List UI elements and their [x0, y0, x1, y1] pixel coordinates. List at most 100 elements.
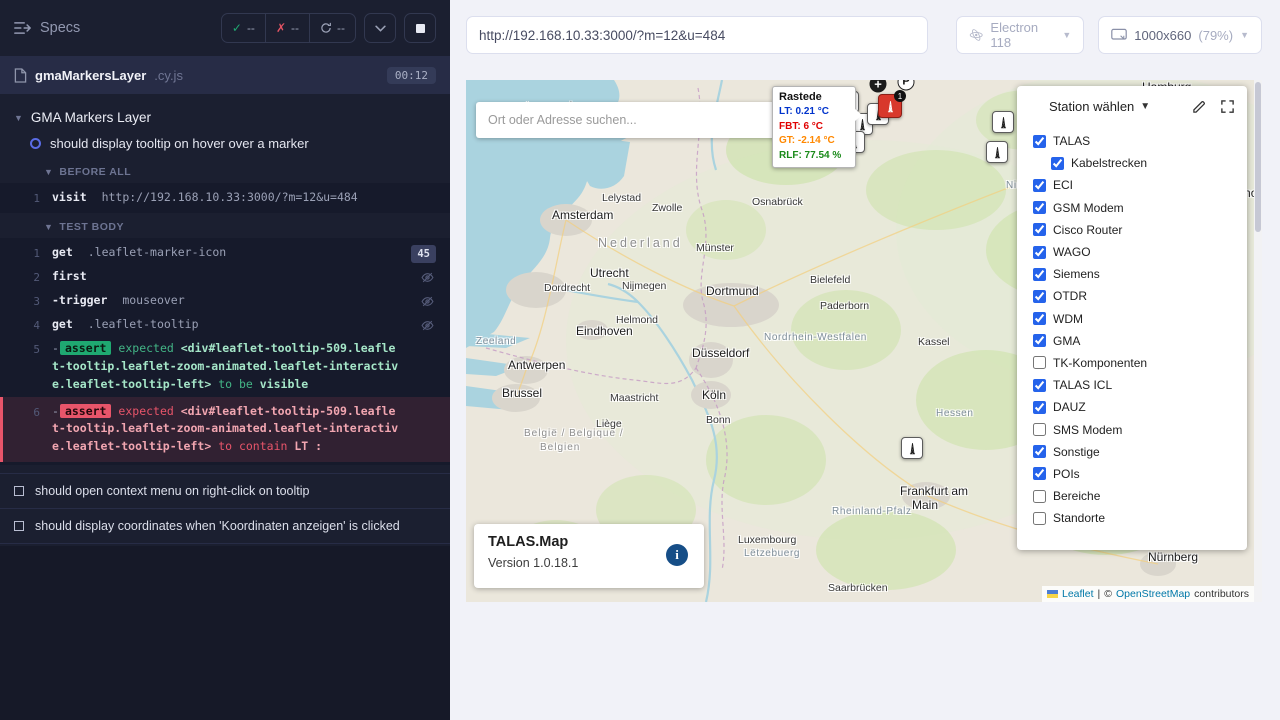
station-filter-checkbox[interactable] [1033, 246, 1046, 259]
test-title: should display tooltip on hover over a m… [50, 136, 309, 151]
command-row[interactable]: 4 get .leaflet-tooltip [0, 313, 450, 337]
station-filter-item: WDM [1029, 308, 1235, 330]
command-row[interactable]: 2 first [0, 265, 450, 289]
station-filter-checkbox[interactable] [1033, 401, 1046, 414]
station-filter-item: Bereiche [1029, 485, 1235, 507]
edit-pencil-icon[interactable] [1192, 99, 1207, 114]
url-input[interactable] [479, 28, 915, 43]
command-row[interactable]: 1 get .leaflet-marker-icon 45 [0, 241, 450, 265]
station-filter-checkbox[interactable] [1033, 223, 1046, 236]
station-filter-checkbox[interactable] [1033, 312, 1046, 325]
test-running-icon [30, 138, 41, 149]
active-test[interactable]: should display tooltip on hover over a m… [0, 131, 450, 158]
station-filter-checkbox[interactable] [1033, 290, 1046, 303]
command-number: 1 [0, 189, 52, 207]
command-row[interactable]: 1 visit http://192.168.10.33:3000/?m=12&… [0, 186, 450, 210]
command-content: get .leaflet-tooltip [52, 316, 436, 334]
osm-link[interactable]: OpenStreetMap [1116, 588, 1190, 600]
command-row[interactable]: 3 -trigger mouseover [0, 289, 450, 313]
caret-down-icon: ▼ [44, 167, 53, 177]
aut-header: Electron 118 ▼ 1000x660 (79%) ▼ [450, 0, 1280, 54]
map-canvas[interactable]: Rastede LT: 0.21 °CFBT: 6 °CGT: -2.14 °C… [466, 80, 1262, 602]
leaflet-link[interactable]: Leaflet [1062, 588, 1094, 600]
spec-extension: .cy.js [154, 68, 183, 83]
specs-toggle[interactable]: Specs [14, 20, 80, 36]
test-pending-icon [14, 521, 24, 531]
browser-select[interactable]: Electron 118 ▼ [956, 16, 1084, 54]
suite-gma-markers-layer[interactable]: ▼ GMA Markers Layer [0, 102, 450, 131]
stop-button[interactable] [404, 13, 436, 43]
station-filter-checkbox[interactable] [1033, 512, 1046, 525]
station-filter-list: TALASKabelstreckenECIGSM ModemCisco Rout… [1029, 130, 1235, 529]
caret-down-icon: ▼ [44, 222, 53, 232]
reporter-header: Specs ✓ -- ✗ -- -- [0, 0, 450, 56]
command-number: 2 [0, 268, 52, 286]
station-filter-checkbox[interactable] [1051, 157, 1064, 170]
station-filter-label: TALAS ICL [1053, 378, 1112, 392]
station-filter-label: Cisco Router [1053, 223, 1122, 237]
station-filter-checkbox[interactable] [1033, 179, 1046, 192]
section-before-all[interactable]: ▼ BEFORE ALL [0, 158, 450, 183]
station-filter-label: Sonstige [1053, 445, 1100, 459]
alarm-marker[interactable]: 1 [878, 94, 902, 118]
pending-test[interactable]: should display coordinates when 'Koordin… [0, 508, 450, 544]
station-filter-checkbox[interactable] [1033, 379, 1046, 392]
station-filter-checkbox[interactable] [1033, 490, 1046, 503]
viewport-select[interactable]: 1000x660 (79%) ▼ [1098, 16, 1262, 54]
station-filter-checkbox[interactable] [1033, 356, 1046, 369]
station-filter-checkbox[interactable] [1033, 467, 1046, 480]
tooltip-measurement: RLF: 77.54 % [779, 149, 849, 164]
command-message: http://192.168.10.33:3000/?m=12&u=484 [102, 190, 358, 204]
copyright-symbol: © [1104, 588, 1112, 600]
scrollbar-thumb[interactable] [1255, 82, 1261, 232]
stat-failed[interactable]: ✗ -- [265, 14, 309, 42]
station-filter-checkbox[interactable] [1033, 268, 1046, 281]
marker-tooltip[interactable]: Rastede LT: 0.21 °CFBT: 6 °CGT: -2.14 °C… [772, 86, 856, 168]
info-icon[interactable] [666, 544, 688, 566]
station-marker[interactable] [986, 141, 1008, 163]
station-filter-label: GMA [1053, 334, 1080, 348]
pending-count: -- [337, 21, 345, 35]
station-marker[interactable] [992, 111, 1014, 133]
station-filter-label: DAUZ [1053, 400, 1086, 414]
station-filter-checkbox[interactable] [1033, 201, 1046, 214]
station-filter-checkbox[interactable] [1033, 135, 1046, 148]
spec-file-icon [14, 68, 27, 83]
stat-pending[interactable]: -- [309, 14, 355, 42]
url-bar [466, 16, 928, 54]
station-select-dropdown[interactable]: Station wählen [1049, 99, 1134, 114]
pending-test[interactable]: should open context menu on right-click … [0, 473, 450, 508]
test-title: should open context menu on right-click … [35, 484, 309, 498]
vertical-scrollbar[interactable] [1254, 80, 1262, 602]
chevron-down-icon[interactable]: ▼ [1140, 101, 1150, 112]
caret-down-icon: ▼ [14, 113, 23, 123]
station-filter-checkbox[interactable] [1033, 334, 1046, 347]
section-label: TEST BODY [59, 221, 124, 233]
spec-header[interactable]: gmaMarkersLayer .cy.js 00:12 [0, 56, 450, 94]
assert-text: expected [118, 341, 173, 355]
child-command-dash: - [52, 341, 59, 355]
tooltip-measurement: GT: -2.14 °C [779, 134, 849, 149]
assert-expected: visible [260, 377, 308, 391]
station-marker[interactable] [901, 437, 923, 459]
assert-passed-row[interactable]: 5 -assert expected <div#leaflet-tooltip-… [0, 337, 450, 396]
fullscreen-icon[interactable] [1220, 99, 1235, 114]
assert-failed-row[interactable]: 6 -assert expected <div#leaflet-tooltip-… [0, 397, 450, 462]
station-filter-item: Siemens [1029, 263, 1235, 285]
station-filter-checkbox[interactable] [1033, 423, 1046, 436]
app-title: TALAS.Map [488, 534, 690, 550]
station-filter-checkbox[interactable] [1033, 445, 1046, 458]
section-test-body[interactable]: ▼ TEST BODY [0, 213, 450, 238]
command-content: -trigger mouseover [52, 292, 436, 310]
marker-alarm-badge: 1 [894, 90, 906, 102]
station-filter-item: Sonstige [1029, 441, 1235, 463]
stat-passed[interactable]: ✓ -- [222, 14, 265, 42]
station-filter-label: TK-Komponenten [1053, 356, 1147, 370]
station-filter-label: OTDR [1053, 289, 1087, 303]
station-filter-label: WAGO [1053, 245, 1091, 259]
map-search-input[interactable] [488, 113, 794, 127]
aut-panel: Electron 118 ▼ 1000x660 (79%) ▼ [450, 0, 1280, 720]
station-filter-item: SMS Modem [1029, 418, 1235, 440]
app-version: Version 1.0.18.1 [488, 556, 690, 570]
collapse-button[interactable] [364, 13, 396, 43]
